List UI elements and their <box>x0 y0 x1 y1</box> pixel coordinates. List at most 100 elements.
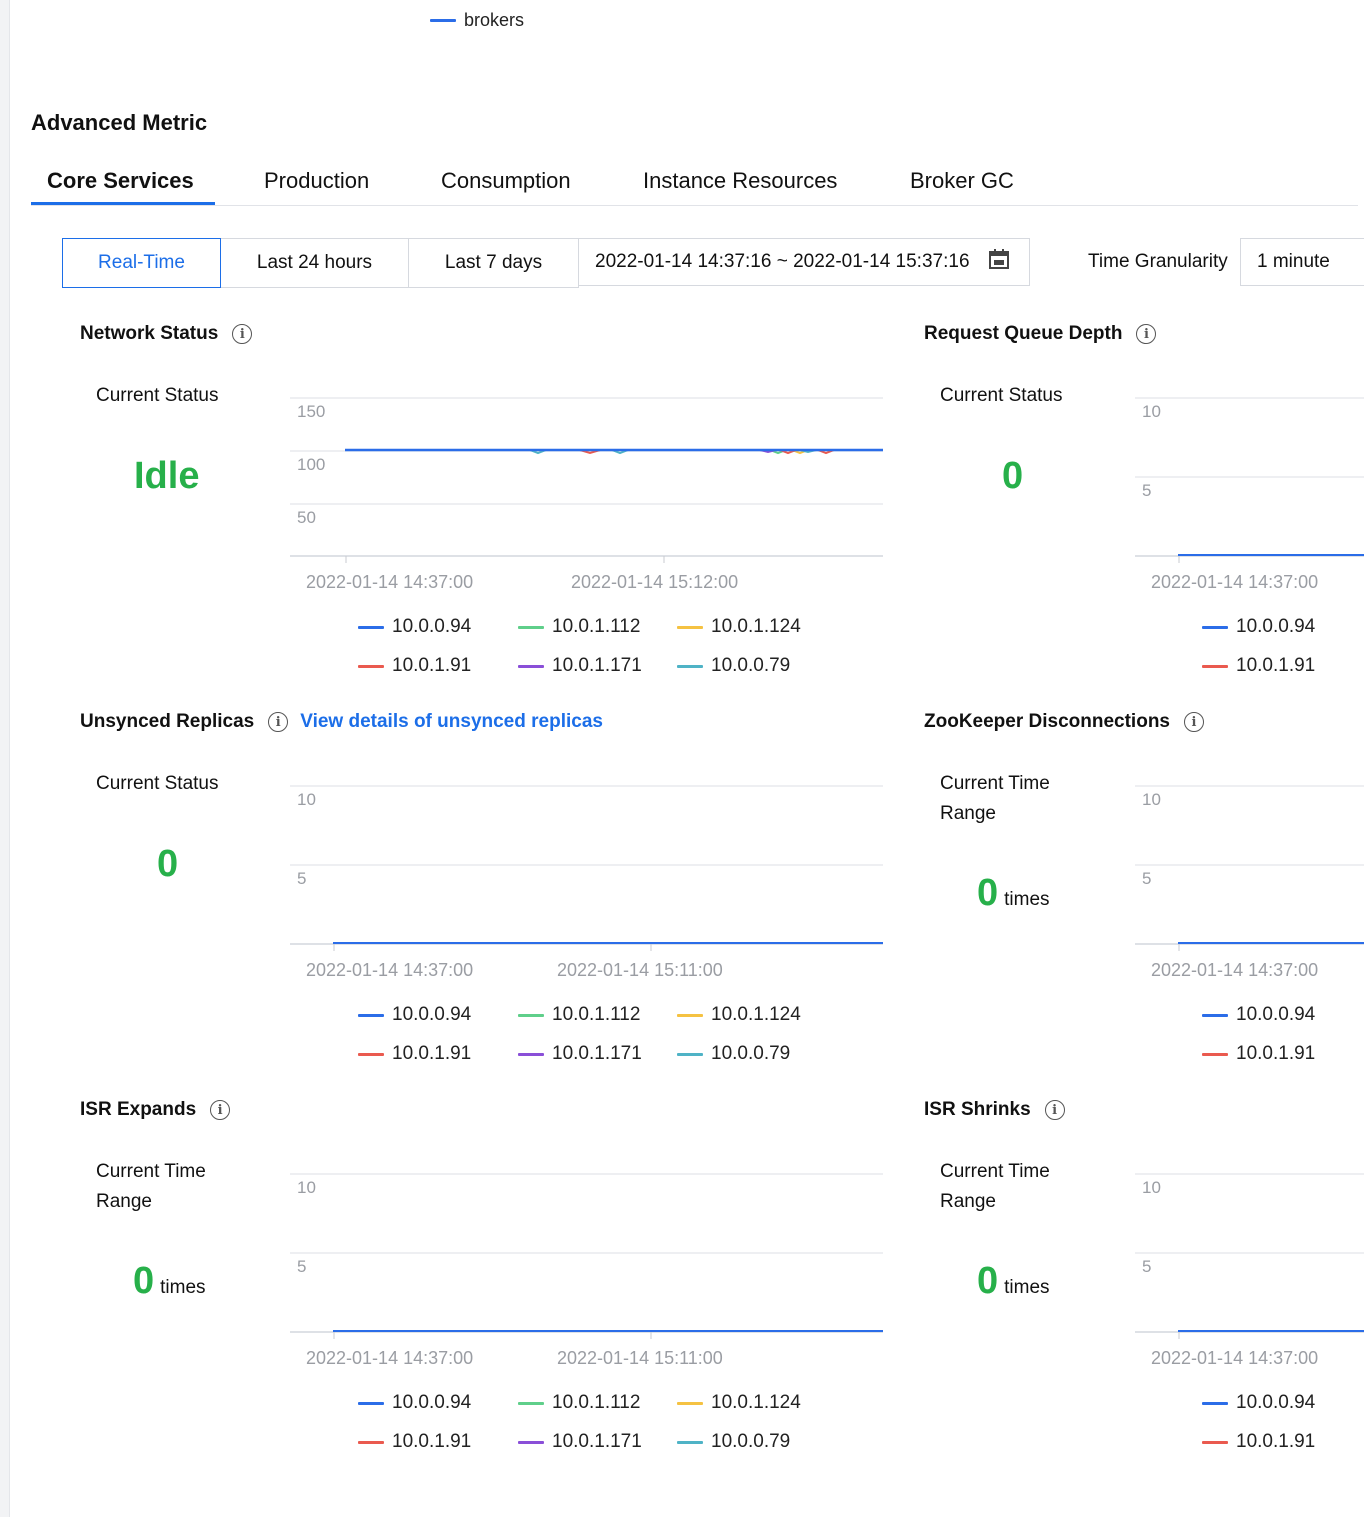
tab-production[interactable]: Production <box>264 168 369 194</box>
legend-label: 10.0.1.91 <box>1236 655 1316 676</box>
granularity-select[interactable]: 1 minute <box>1240 238 1364 286</box>
date-range-text: 2022-01-14 14:37:16 ~ 2022-01-14 15:37:1… <box>595 251 970 272</box>
status-label: Current Status <box>96 385 219 406</box>
tab-instance-resources[interactable]: Instance Resources <box>643 168 837 194</box>
legend-item[interactable]: 10.0.0.94 <box>358 1004 471 1026</box>
legend-item[interactable]: 10.0.1.171 <box>518 1043 642 1065</box>
legend-item[interactable]: 10.0.1.124 <box>677 1004 801 1026</box>
unsynced-replicas-chart: 10 5 2022-01-14 14:37:00 2022-01-14 15:1… <box>290 785 883 978</box>
y-tick-label: 5 <box>1142 869 1151 888</box>
legend-label: 10.0.1.124 <box>711 1004 801 1025</box>
legend-label: 10.0.1.91 <box>1236 1043 1316 1064</box>
legend-item[interactable]: 10.0.0.94 <box>1202 1004 1315 1026</box>
legend-label: 10.0.1.124 <box>711 1392 801 1413</box>
count-number: 0 <box>133 1260 155 1302</box>
legend-item[interactable]: 10.0.1.171 <box>518 1431 642 1453</box>
calendar-icon <box>988 248 1010 276</box>
info-icon[interactable]: i <box>1136 324 1157 344</box>
y-tick-label: 10 <box>1142 1178 1161 1197</box>
legend-item[interactable]: 10.0.1.91 <box>358 1431 471 1453</box>
current-status-value: Idle <box>134 455 200 497</box>
y-tick-label: 10 <box>297 1178 316 1197</box>
brokers-legend-label: brokers <box>464 10 525 30</box>
legend-swatch <box>1202 1013 1228 1017</box>
legend-label: 10.0.1.171 <box>552 1431 642 1452</box>
current-count-value: 0 times <box>133 1260 206 1303</box>
brokers-swatch <box>430 19 456 22</box>
request-queue-depth-title: Request Queue Depth i <box>924 323 1157 345</box>
brokers-legend: brokers <box>430 10 524 31</box>
legend-swatch <box>1202 1052 1228 1056</box>
count-number: 0 <box>977 1260 999 1302</box>
legend-item[interactable]: 10.0.0.79 <box>677 1431 790 1453</box>
tab-core-services[interactable]: Core Services <box>47 168 194 194</box>
x-tick-label: 2022-01-14 14:37:00 <box>1151 1348 1318 1366</box>
tab-broker-gc[interactable]: Broker GC <box>910 168 1014 194</box>
legend-label: 10.0.0.79 <box>711 655 791 676</box>
view-unsynced-replicas-link[interactable]: View details of unsynced replicas <box>300 711 603 733</box>
legend-swatch <box>1202 1401 1228 1405</box>
legend-item[interactable]: 10.0.1.124 <box>677 1392 801 1414</box>
legend-item[interactable]: 10.0.1.91 <box>358 655 471 677</box>
legend-item[interactable]: 10.0.1.91 <box>1202 1431 1315 1453</box>
tab-consumption[interactable]: Consumption <box>441 168 571 194</box>
y-tick-label: 5 <box>1142 481 1151 500</box>
x-tick-label: 2022-01-14 15:12:00 <box>571 572 738 590</box>
x-tick-label: 2022-01-14 15:11:00 <box>557 960 723 978</box>
current-count-value: 0 times <box>977 872 1050 915</box>
isr-shrinks-title: ISR Shrinks i <box>924 1099 1065 1121</box>
legend-item[interactable]: 10.0.1.112 <box>518 616 640 638</box>
legend-item[interactable]: 10.0.1.112 <box>518 1392 640 1414</box>
last-24-hours-button[interactable]: Last 24 hours <box>220 238 409 288</box>
info-icon[interactable]: i <box>232 324 253 344</box>
x-tick-label: 2022-01-14 14:37:00 <box>1151 572 1318 590</box>
legend-item[interactable]: 10.0.1.91 <box>1202 655 1315 677</box>
y-tick-label: 5 <box>297 869 306 888</box>
metric-tabs: Core Services Production Consumption Ins… <box>31 160 1358 206</box>
legend-swatch <box>358 664 384 668</box>
legend-item[interactable]: 10.0.1.171 <box>518 655 642 677</box>
card-title-text: ISR Expands <box>80 1099 197 1120</box>
legend-item[interactable]: 10.0.0.94 <box>358 616 471 638</box>
card-title-text: ISR Shrinks <box>924 1099 1031 1120</box>
legend-item[interactable]: 10.0.0.94 <box>1202 1392 1315 1414</box>
legend-item[interactable]: 10.0.1.112 <box>518 1004 640 1026</box>
network-status-legend: 10.0.0.94 10.0.1.112 10.0.1.124 10.0.1.9… <box>358 612 828 682</box>
count-unit: times <box>160 1277 206 1298</box>
legend-item[interactable]: 10.0.1.91 <box>1202 1043 1315 1065</box>
legend-swatch <box>518 1440 544 1444</box>
legend-item[interactable]: 10.0.0.79 <box>677 655 790 677</box>
last-7-days-button[interactable]: Last 7 days <box>408 238 579 288</box>
unsynced-replicas-title: Unsynced Replicas i View details of unsy… <box>80 711 603 733</box>
legend-item[interactable]: 10.0.1.91 <box>358 1043 471 1065</box>
y-tick-label: 100 <box>297 455 325 474</box>
info-icon[interactable]: i <box>268 712 289 732</box>
legend-item[interactable]: 10.0.0.94 <box>358 1392 471 1414</box>
date-range-picker[interactable]: 2022-01-14 14:37:16 ~ 2022-01-14 15:37:1… <box>578 238 1030 286</box>
info-icon[interactable]: i <box>1184 712 1204 732</box>
zookeeper-disconnections-chart: 10 5 2022-01-14 14:37:00 <box>1135 785 1364 978</box>
x-tick-label: 2022-01-14 14:37:00 <box>306 960 473 978</box>
unsynced-replicas-legend: 10.0.0.94 10.0.1.112 10.0.1.124 10.0.1.9… <box>358 1000 828 1070</box>
y-tick-label: 5 <box>297 1257 306 1276</box>
status-label: Current Status <box>940 385 1063 406</box>
info-icon[interactable]: i <box>210 1100 231 1120</box>
legend-swatch <box>677 1401 703 1405</box>
active-tab-indicator <box>31 202 215 205</box>
status-label: Current Time Range <box>940 773 1050 824</box>
isr-shrinks-legend: 10.0.0.94 10.0.1.91 <box>1202 1388 1362 1458</box>
legend-item[interactable]: 10.0.0.94 <box>1202 616 1315 638</box>
legend-swatch <box>518 664 544 668</box>
realtime-button[interactable]: Real-Time <box>62 238 221 288</box>
legend-label: 10.0.1.91 <box>392 1431 472 1452</box>
x-tick-label: 2022-01-14 14:37:00 <box>306 1348 473 1366</box>
granularity-label: Time Granularity <box>1088 251 1228 272</box>
legend-label: 10.0.0.94 <box>1236 1392 1316 1413</box>
count-number: 0 <box>977 872 999 914</box>
legend-label: 10.0.0.94 <box>1236 1004 1316 1025</box>
zookeeper-disconnections-legend: 10.0.0.94 10.0.1.91 <box>1202 1000 1362 1070</box>
legend-swatch <box>358 1013 384 1017</box>
legend-item[interactable]: 10.0.1.124 <box>677 616 801 638</box>
legend-item[interactable]: 10.0.0.79 <box>677 1043 790 1065</box>
info-icon[interactable]: i <box>1044 1100 1065 1120</box>
